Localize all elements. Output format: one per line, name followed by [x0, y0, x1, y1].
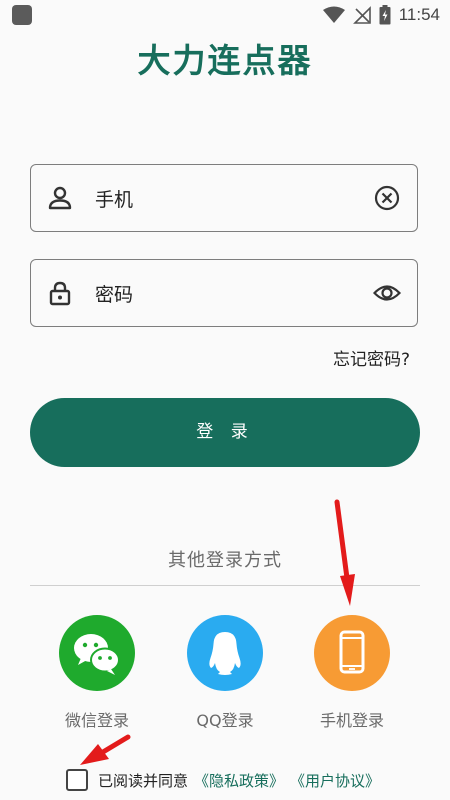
- lock-icon: [49, 281, 71, 306]
- phone-login-button[interactable]: 手机登录: [302, 615, 402, 731]
- wifi-icon: [322, 6, 345, 23]
- phone-icon: [314, 615, 390, 691]
- privacy-policy-link[interactable]: 《隐私政策》: [194, 770, 284, 791]
- user-agreement-link[interactable]: 《用户协议》: [290, 770, 380, 791]
- divider: [30, 585, 420, 586]
- password-input-value[interactable]: 密码: [95, 280, 133, 307]
- login-button[interactable]: 登 录: [30, 398, 420, 467]
- arrow-to-checkbox: [80, 734, 131, 765]
- phone-field[interactable]: 手机: [30, 164, 418, 232]
- qq-login-button[interactable]: QQ登录: [175, 615, 275, 731]
- eye-icon[interactable]: [373, 279, 401, 307]
- status-bar: 11:54: [0, 0, 450, 30]
- no-signal-icon: [352, 6, 371, 24]
- other-login-title: 其他登录方式: [168, 550, 282, 571]
- wechat-login-button[interactable]: 微信登录: [47, 615, 147, 731]
- forgot-password-link[interactable]: 忘记密码?: [333, 345, 410, 370]
- agreement-row: 已阅读并同意 《隐私政策》 《用户协议》: [66, 767, 386, 793]
- wechat-icon: [59, 615, 135, 691]
- status-time: 11:54: [398, 5, 440, 24]
- agreement-checkbox[interactable]: [66, 769, 88, 791]
- password-field[interactable]: 密码: [30, 259, 418, 327]
- app-title: 大力连点器: [137, 41, 313, 80]
- status-icons: 11:54: [322, 4, 440, 26]
- qq-login-label: QQ登录: [196, 711, 254, 730]
- battery-charging-icon: [379, 5, 391, 25]
- phone-input-value[interactable]: 手机: [95, 185, 133, 212]
- phone-login-label: 手机登录: [319, 711, 384, 730]
- clear-icon[interactable]: [373, 184, 401, 212]
- notification-app-icon: [12, 5, 32, 25]
- wechat-login-label: 微信登录: [64, 711, 129, 730]
- agreement-text: 已阅读并同意: [98, 771, 189, 790]
- qq-icon: [187, 615, 263, 691]
- person-icon: [48, 186, 72, 210]
